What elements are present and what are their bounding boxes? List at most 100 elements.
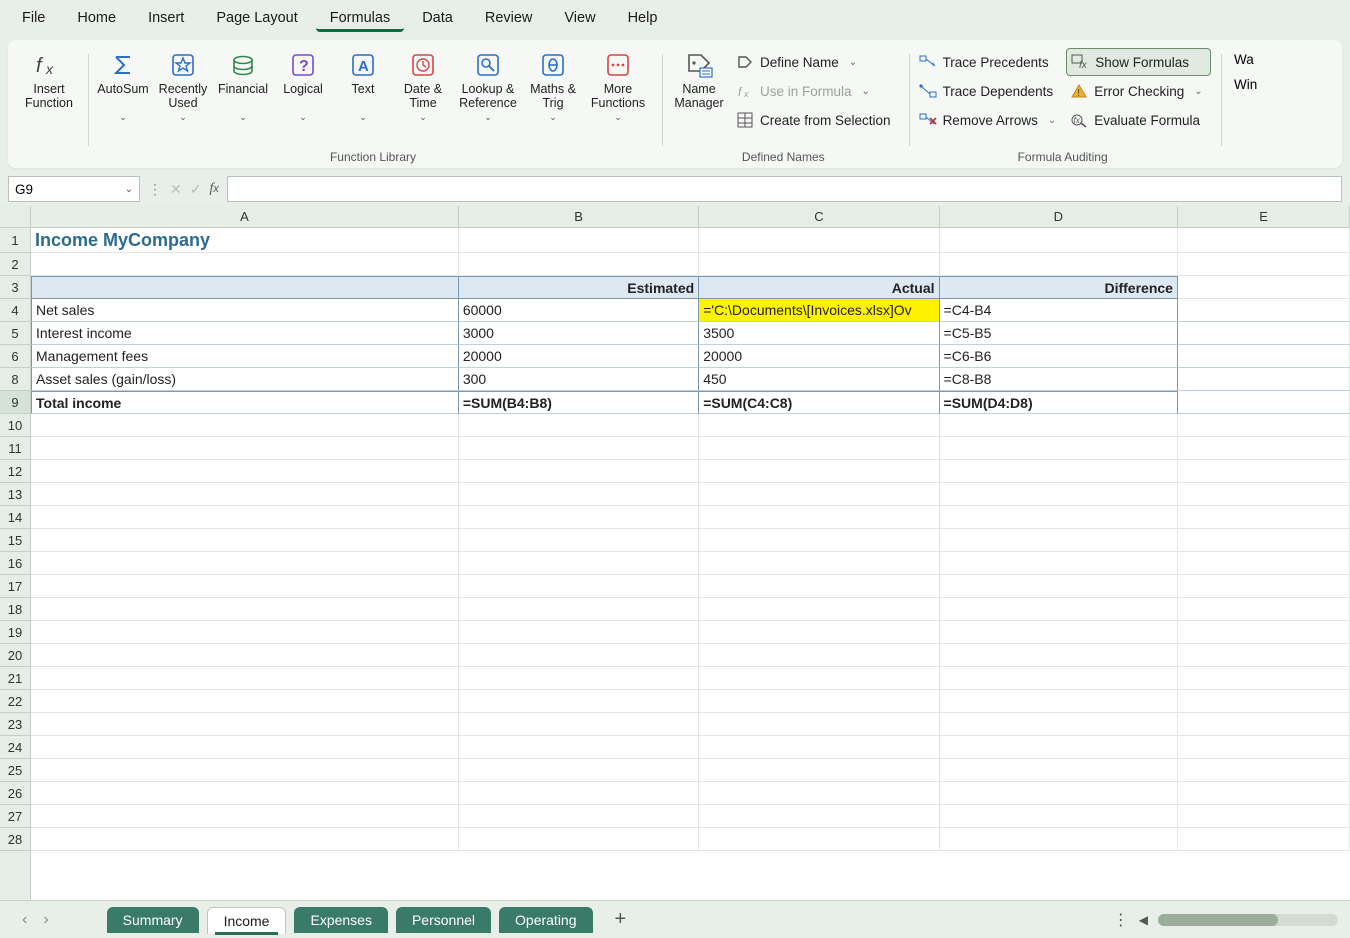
cell-a17[interactable] [31, 575, 459, 598]
cell-a20[interactable] [31, 644, 459, 667]
cell-b16[interactable] [459, 552, 699, 575]
cell-d26[interactable] [940, 782, 1178, 805]
col-header-c[interactable]: C [699, 206, 939, 227]
cell-a21[interactable] [31, 667, 459, 690]
cell-b9[interactable]: =SUM(B4:B8) [459, 391, 699, 414]
cell-c24[interactable] [699, 736, 939, 759]
menu-help[interactable]: Help [614, 4, 672, 32]
cell-b8[interactable]: 300 [459, 368, 699, 391]
row-header-19[interactable]: 19 [0, 621, 30, 644]
cell-c2[interactable] [699, 253, 939, 276]
financial-button[interactable]: Financial ⌄ [214, 48, 272, 125]
select-all-corner[interactable] [0, 206, 31, 228]
cell-d13[interactable] [940, 483, 1178, 506]
sheet-tab-expenses[interactable]: Expenses [294, 907, 387, 933]
cell-d28[interactable] [940, 828, 1178, 851]
insert-function-icon[interactable]: fx [209, 181, 218, 197]
row-header-4[interactable]: 4 [0, 299, 30, 322]
cell-c15[interactable] [699, 529, 939, 552]
cell-a12[interactable] [31, 460, 459, 483]
cell-e3[interactable] [1178, 276, 1350, 299]
row-header-28[interactable]: 28 [0, 828, 30, 851]
cell-e25[interactable] [1178, 759, 1350, 782]
row-header-24[interactable]: 24 [0, 736, 30, 759]
cell-e18[interactable] [1178, 598, 1350, 621]
cell-a22[interactable] [31, 690, 459, 713]
cell-d9[interactable]: =SUM(D4:D8) [940, 391, 1178, 414]
col-header-a[interactable]: A [31, 206, 459, 227]
cell-b14[interactable] [459, 506, 699, 529]
cell-b12[interactable] [459, 460, 699, 483]
cell-d15[interactable] [940, 529, 1178, 552]
cell-b27[interactable] [459, 805, 699, 828]
cell-c10[interactable] [699, 414, 939, 437]
cell-a2[interactable] [31, 253, 459, 276]
cell-e11[interactable] [1178, 437, 1350, 460]
sheet-options-icon[interactable]: ⋮ [1113, 910, 1129, 930]
cell-d4[interactable]: =C4-B4 [940, 299, 1178, 322]
cell-c25[interactable] [699, 759, 939, 782]
cell-c19[interactable] [699, 621, 939, 644]
cell-e5[interactable] [1178, 322, 1350, 345]
sheet-tab-personnel[interactable]: Personnel [396, 907, 491, 933]
row-header-12[interactable]: 12 [0, 460, 30, 483]
cell-e8[interactable] [1178, 368, 1350, 391]
cell-b1[interactable] [459, 228, 699, 253]
cell-e2[interactable] [1178, 253, 1350, 276]
define-name-button[interactable]: Define Name⌄ [732, 48, 899, 76]
cell-b11[interactable] [459, 437, 699, 460]
row-header-21[interactable]: 21 [0, 667, 30, 690]
text-button[interactable]: A Text ⌄ [334, 48, 392, 125]
cell-e12[interactable] [1178, 460, 1350, 483]
menu-insert[interactable]: Insert [134, 4, 198, 32]
cell-d10[interactable] [940, 414, 1178, 437]
trace-precedents-button[interactable]: Trace Precedents [915, 48, 1065, 76]
cell-a18[interactable] [31, 598, 459, 621]
cell-c8[interactable]: 450 [699, 368, 939, 391]
cell-c21[interactable] [699, 667, 939, 690]
more-functions-button[interactable]: MoreFunctions⌄ [584, 48, 652, 125]
row-header-5[interactable]: 5 [0, 322, 30, 345]
cell-b22[interactable] [459, 690, 699, 713]
cell-c4[interactable]: ='C:\Documents\[Invoices.xlsx]Ov [699, 299, 939, 322]
row-header-27[interactable]: 27 [0, 805, 30, 828]
row-header-22[interactable]: 22 [0, 690, 30, 713]
cell-c6[interactable]: 20000 [699, 345, 939, 368]
cell-c28[interactable] [699, 828, 939, 851]
cell-b13[interactable] [459, 483, 699, 506]
cell-e13[interactable] [1178, 483, 1350, 506]
menu-home[interactable]: Home [63, 4, 130, 32]
cell-a3[interactable] [31, 276, 459, 299]
cell-c14[interactable] [699, 506, 939, 529]
cell-b19[interactable] [459, 621, 699, 644]
cell-b24[interactable] [459, 736, 699, 759]
cell-c11[interactable] [699, 437, 939, 460]
col-header-b[interactable]: B [459, 206, 699, 227]
cell-e27[interactable] [1178, 805, 1350, 828]
row-header-3[interactable]: 3 [0, 276, 30, 299]
cell-d25[interactable] [940, 759, 1178, 782]
logical-button[interactable]: ? Logical ⌄ [274, 48, 332, 125]
evaluate-formula-button[interactable]: fx Evaluate Formula [1066, 106, 1210, 134]
cell-d20[interactable] [940, 644, 1178, 667]
name-manager-button[interactable]: NameManager [668, 48, 730, 113]
cell-d24[interactable] [940, 736, 1178, 759]
cell-b3[interactable]: Estimated [459, 276, 699, 299]
cell-b10[interactable] [459, 414, 699, 437]
cell-e9[interactable] [1178, 391, 1350, 414]
cell-a13[interactable] [31, 483, 459, 506]
cell-c13[interactable] [699, 483, 939, 506]
cell-e24[interactable] [1178, 736, 1350, 759]
cell-c17[interactable] [699, 575, 939, 598]
cell-e16[interactable] [1178, 552, 1350, 575]
row-header-17[interactable]: 17 [0, 575, 30, 598]
formula-bar-input[interactable] [227, 176, 1342, 202]
insert-function-button[interactable]: fx InsertFunction [20, 48, 78, 113]
cell-d3[interactable]: Difference [940, 276, 1178, 299]
menu-view[interactable]: View [550, 4, 609, 32]
cell-d17[interactable] [940, 575, 1178, 598]
cell-a15[interactable] [31, 529, 459, 552]
cell-a28[interactable] [31, 828, 459, 851]
menu-page-layout[interactable]: Page Layout [202, 4, 311, 32]
cell-a25[interactable] [31, 759, 459, 782]
